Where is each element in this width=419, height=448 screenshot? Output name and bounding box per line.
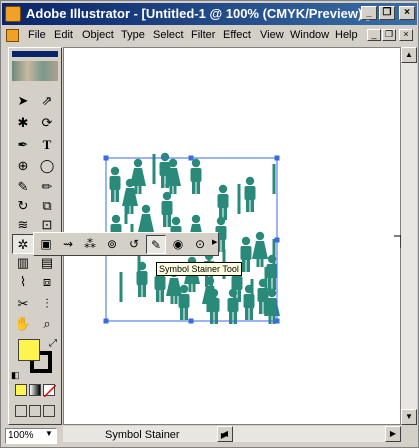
doc-minimize-button[interactable]: _ bbox=[367, 29, 381, 41]
standard-screen-mode-button[interactable] bbox=[15, 405, 27, 417]
scroll-up-button[interactable]: ▲ bbox=[401, 47, 417, 63]
graph-tool-icon[interactable]: ▥ bbox=[12, 253, 34, 273]
illustrator-window: Adobe Illustrator - [Untitled-1 @ 100% (… bbox=[0, 0, 419, 448]
symbolism-tools-flyout: ▣ ⇝ ⁂ ⊚ ↺ ✎ ◉ ⊙ ▶ bbox=[33, 232, 219, 256]
color-mode-button[interactable] bbox=[15, 384, 27, 396]
restore-button[interactable]: ❐ bbox=[379, 6, 395, 20]
selection-tool-icon[interactable]: ➤ bbox=[12, 91, 34, 111]
fill-color-swatch[interactable] bbox=[18, 339, 40, 361]
scroll-down-button[interactable]: ▼ bbox=[401, 409, 417, 425]
eyedropper-tool-icon[interactable]: ⌇ bbox=[12, 272, 34, 292]
paintbrush-tool-icon[interactable]: ✎ bbox=[12, 177, 34, 197]
menu-edit[interactable]: Edit bbox=[54, 29, 73, 41]
menu-select[interactable]: Select bbox=[153, 29, 184, 41]
symbol-styler-icon[interactable]: ⊙ bbox=[190, 235, 210, 254]
menu-filter[interactable]: Filter bbox=[191, 29, 215, 41]
default-colors-icon[interactable]: ◧ bbox=[11, 370, 20, 381]
blend-tool-icon[interactable]: ⧈ bbox=[36, 272, 58, 292]
rotate-tool-icon[interactable]: ↻ bbox=[12, 196, 34, 216]
menu-effect[interactable]: Effect bbox=[223, 29, 251, 41]
symbol-shifter-icon[interactable]: ⇝ bbox=[58, 235, 78, 254]
status-current-tool: Symbol Stainer bbox=[105, 429, 180, 441]
lasso-tool-icon[interactable]: ⟳ bbox=[36, 113, 58, 133]
symbol-sizer-icon[interactable]: ⊚ bbox=[102, 235, 122, 254]
hand-tool-icon[interactable]: ✋ bbox=[12, 314, 34, 334]
menu-type[interactable]: Type bbox=[121, 29, 145, 41]
menu-bar: File Edit Object Type Select Filter Effe… bbox=[2, 26, 417, 45]
menu-help[interactable]: Help bbox=[335, 29, 358, 41]
full-screen-mode-button[interactable] bbox=[43, 405, 55, 417]
zoom-dropdown-icon[interactable]: ▼ bbox=[45, 429, 53, 438]
gradient-mode-button[interactable] bbox=[29, 384, 41, 396]
scroll-right-button[interactable]: ▶ bbox=[385, 426, 401, 442]
minimize-button[interactable]: _ bbox=[361, 6, 377, 20]
symbol-scruncher-icon[interactable]: ⁂ bbox=[80, 235, 100, 254]
pen-tool-icon[interactable]: ✒ bbox=[12, 135, 34, 155]
vertical-scrollbar[interactable]: ▲ ▼ bbox=[401, 47, 417, 425]
warp-tool-icon[interactable]: ≋ bbox=[12, 215, 34, 235]
scale-tool-icon[interactable]: ⧉ bbox=[36, 196, 58, 216]
magic-wand-tool-icon[interactable]: ✱ bbox=[12, 113, 34, 133]
symbol-sprayer-tool-icon[interactable]: ✲ bbox=[12, 234, 34, 254]
tool-tooltip: Symbol Stainer Tool bbox=[156, 262, 242, 276]
swap-colors-icon[interactable]: ⤢ bbox=[49, 338, 57, 349]
document-menu-icon[interactable] bbox=[6, 29, 19, 42]
status-dropdown-icon[interactable]: ▶ bbox=[217, 429, 231, 442]
status-bar: 100% ▼ bbox=[2, 426, 63, 446]
doc-restore-button[interactable]: ❐ bbox=[382, 29, 396, 41]
slice-tool-icon[interactable]: ✂ bbox=[12, 294, 34, 314]
pencil-tool-icon[interactable]: ✏ bbox=[36, 177, 58, 197]
toolbox-title-bar[interactable] bbox=[12, 51, 58, 57]
page-boundary-marks bbox=[394, 235, 402, 248]
none-mode-button[interactable] bbox=[43, 384, 57, 398]
window-title: Adobe Illustrator - [Untitled-1 @ 100% (… bbox=[26, 6, 371, 21]
title-bar[interactable]: Adobe Illustrator - [Untitled-1 @ 100% (… bbox=[2, 3, 417, 25]
symbol-sprayer-icon[interactable]: ▣ bbox=[36, 235, 56, 254]
none-icon bbox=[43, 384, 57, 398]
close-button[interactable]: × bbox=[399, 6, 415, 20]
menu-view[interactable]: View bbox=[260, 29, 284, 41]
toolbox-logo-image bbox=[12, 61, 58, 81]
flyout-tearoff-arrow-icon[interactable]: ▶ bbox=[212, 238, 217, 246]
type-tool-icon[interactable]: T bbox=[36, 135, 58, 155]
direct-selection-tool-icon[interactable]: ⇗ bbox=[36, 91, 58, 111]
full-screen-menu-mode-button[interactable] bbox=[29, 405, 41, 417]
ellipse-tool-icon[interactable]: ◯ bbox=[36, 156, 58, 176]
symbol-screener-icon[interactable]: ◉ bbox=[168, 235, 188, 254]
illustrator-app-icon[interactable] bbox=[5, 6, 21, 22]
menu-window[interactable]: Window bbox=[290, 29, 329, 41]
spiral-tool-icon[interactable]: ⊕ bbox=[12, 156, 34, 176]
menu-file[interactable]: File bbox=[28, 29, 46, 41]
symbol-spinner-icon[interactable]: ↺ bbox=[124, 235, 144, 254]
gradient-tool-icon[interactable]: ▤ bbox=[36, 253, 58, 273]
doc-close-button[interactable]: × bbox=[399, 29, 413, 41]
zoom-tool-icon[interactable]: ⌕ bbox=[36, 314, 58, 334]
symbol-stainer-icon[interactable]: ✎ bbox=[146, 235, 166, 254]
scissors-tool-icon[interactable]: ⫶ bbox=[36, 294, 58, 314]
menu-object[interactable]: Object bbox=[82, 29, 114, 41]
